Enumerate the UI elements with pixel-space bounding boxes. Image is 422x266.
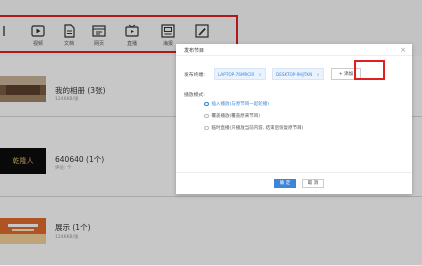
dialog-footer-divider (176, 172, 412, 173)
play-mode-label: 播放模式: (184, 93, 205, 98)
cancel-button[interactable]: 取 消 (302, 179, 324, 188)
dialog-title: 发布节目 (184, 48, 205, 54)
terminal-tag-2[interactable]: DESKTOP-9HJTKN × (272, 68, 324, 80)
radio-insert-play[interactable]: 插入播放(与原节目一起轮播) (204, 101, 269, 109)
add-button-highlight-box (354, 60, 385, 80)
radio-temporary-live[interactable]: 临时直播(只播放当前内容, 结束后恢复原节目) (204, 125, 303, 133)
publish-dialog: 发布节目 × 发布终端: LAPTOP-76MRCIR × DESKTOP-9HJ… (176, 44, 412, 194)
remove-tag-icon[interactable]: × (316, 72, 320, 77)
radio-label: 覆盖播放(覆盖原来节目) (211, 114, 261, 119)
remove-tag-icon[interactable]: × (258, 72, 262, 77)
confirm-button[interactable]: 确 定 (274, 179, 296, 188)
radio-dot (204, 113, 209, 119)
terminal-tag-2-label: DESKTOP-9HJTKN (276, 72, 313, 77)
terminal-label: 发布终端: (184, 73, 205, 78)
radio-dot (204, 101, 209, 107)
radio-dot (204, 125, 209, 131)
terminal-tag-1-label: LAPTOP-76MRCIR (218, 72, 255, 77)
close-icon[interactable]: × (400, 46, 406, 54)
radio-overwrite-play[interactable]: 覆盖播放(覆盖原来节目) (204, 113, 260, 121)
radio-label: 临时直播(只播放当前内容, 结束后恢复原节目) (211, 126, 304, 131)
dialog-header-divider (176, 55, 412, 56)
terminal-tag-1[interactable]: LAPTOP-76MRCIR × (214, 68, 266, 80)
radio-label: 插入播放(与原节目一起轮播) (211, 102, 270, 107)
app: 视频 文档 网页 直播 海报 我的相册 (3张) 1246KB/张 乾隆人 64… (0, 0, 422, 266)
